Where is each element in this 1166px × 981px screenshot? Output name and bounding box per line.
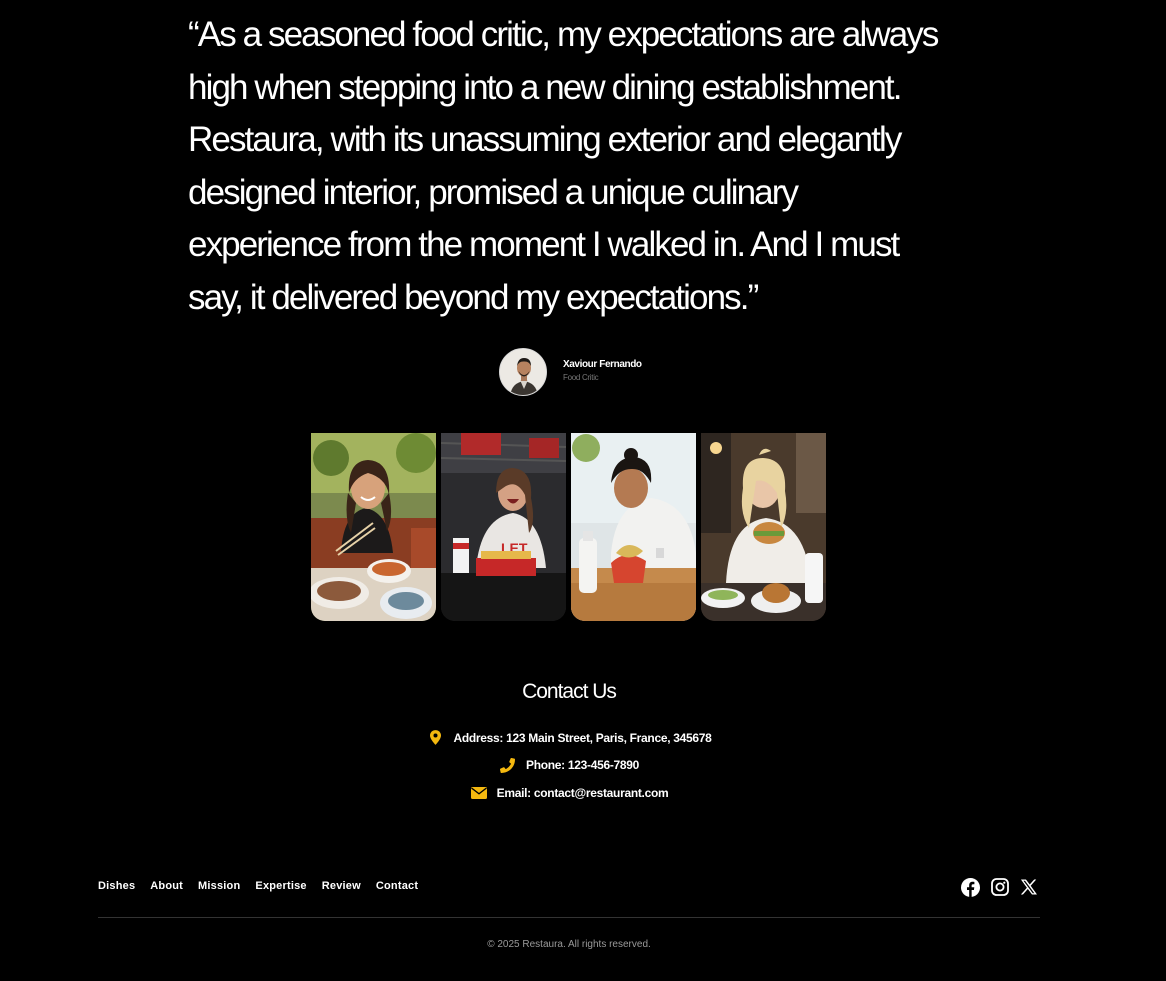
footer-link-review[interactable]: Review <box>322 880 361 892</box>
testimonial-author: Xaviour Fernando Food Critic <box>499 348 642 396</box>
contact-address-text: Address: 123 Main Street, Paris, France,… <box>453 730 712 745</box>
footer-link-mission[interactable]: Mission <box>198 880 240 892</box>
facebook-icon[interactable] <box>961 877 980 897</box>
contact-email: Email: contact@restaurant.com <box>0 779 1138 807</box>
contact-phone-text: Phone: 123-456-7890 <box>525 758 640 773</box>
copyright: © 2025 Restaura. All rights reserved. <box>487 939 651 950</box>
contact-phone: Phone: 123-456-7890 <box>0 752 1138 780</box>
instagram-icon[interactable] <box>990 877 1009 897</box>
woman-eating-taco-photo <box>571 433 696 621</box>
footer-link-contact[interactable]: Contact <box>376 880 418 892</box>
woman-eating-fries-photo: LET <box>441 433 566 621</box>
testimonial-quote: “As a seasoned food critic, my expectati… <box>188 15 939 317</box>
author-name: Xaviour Fernando <box>563 359 642 370</box>
photo-gallery: LET <box>311 433 826 621</box>
footer-nav: Dishes About Mission Expertise Review Co… <box>98 880 418 892</box>
footer-divider <box>98 917 1040 918</box>
author-role: Food Critic <box>563 373 599 382</box>
envelope-icon <box>470 786 488 799</box>
contact-address: Address: 123 Main Street, Paris, France,… <box>0 724 1138 752</box>
page: “As a seasoned food critic, my expectati… <box>0 0 1166 981</box>
contact-email-text[interactable]: Email: contact@restaurant.com <box>497 786 669 800</box>
social-links <box>961 877 1038 897</box>
phone-icon <box>499 757 517 773</box>
x-icon[interactable] <box>1019 877 1038 897</box>
footer-link-dishes[interactable]: Dishes <box>98 880 135 892</box>
avatar <box>499 348 547 396</box>
footer-link-about[interactable]: About <box>150 880 183 892</box>
woman-with-chopsticks-photo <box>311 433 436 621</box>
footer-link-expertise[interactable]: Expertise <box>255 880 306 892</box>
woman-eating-burger-photo <box>701 433 826 621</box>
contact-title: Contact Us <box>522 680 617 703</box>
map-pin-icon <box>426 730 444 746</box>
contact-list: Address: 123 Main Street, Paris, France,… <box>0 724 1138 807</box>
